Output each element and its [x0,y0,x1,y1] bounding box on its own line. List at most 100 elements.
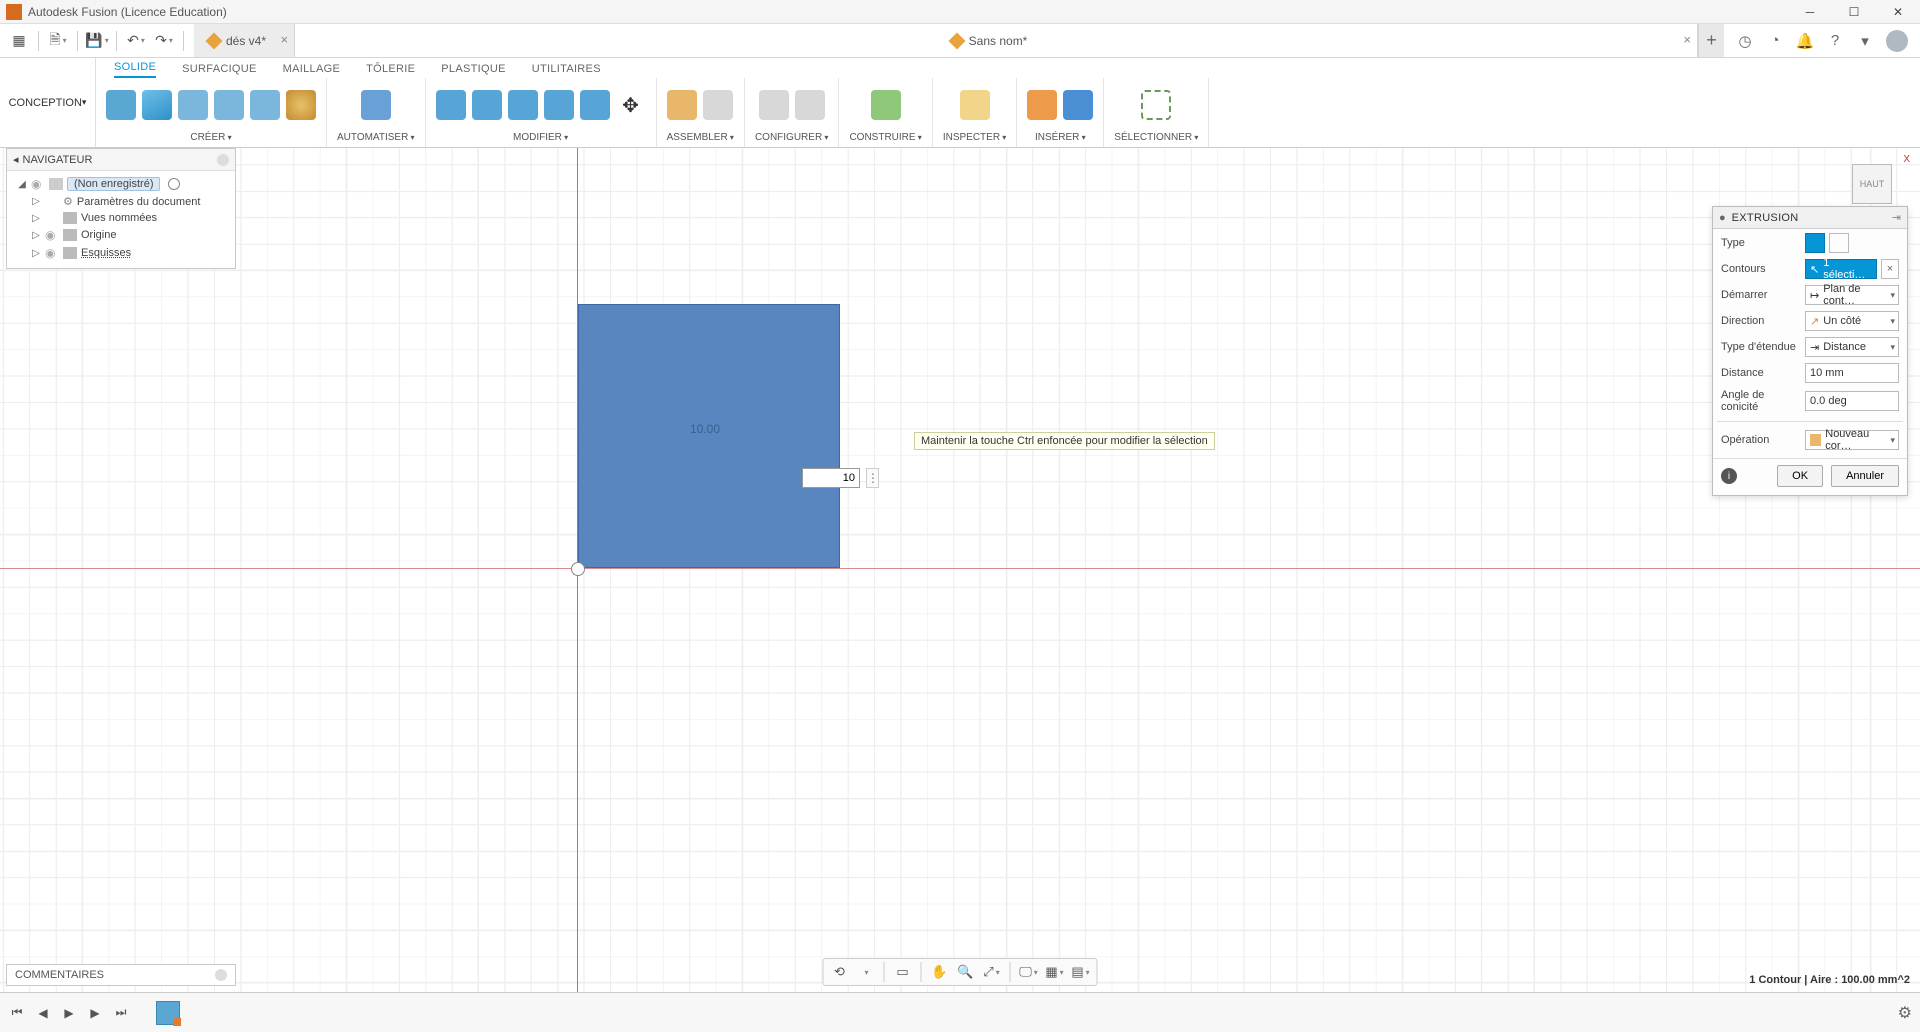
notifications-icon[interactable]: 🔔 [1796,32,1814,50]
ribbon-tab-maillage[interactable]: MAILLAGE [283,63,340,78]
browser-options-icon[interactable] [217,154,229,166]
timeline-play-icon[interactable]: ▶ [60,1004,78,1022]
panel-label-inserer[interactable]: INSÉRER [1035,132,1086,143]
display-settings-icon[interactable]: 🖵 [1019,962,1039,982]
timeline-next-icon[interactable]: ▶ [86,1004,104,1022]
viewport-layout-icon[interactable]: ▤ [1071,962,1091,982]
panel-label-inspecter[interactable]: INSPECTER [943,132,1006,143]
window-minimize[interactable]: ─ [1788,0,1832,24]
timeline-sketch-node[interactable] [156,1001,180,1025]
configure-icon[interactable] [759,90,789,120]
comments-panel[interactable]: COMMENTAIRES [6,964,236,986]
joint-icon[interactable] [667,90,697,120]
ribbon-tab-plastique[interactable]: PLASTIQUE [441,63,505,78]
new-sketch-icon[interactable] [106,90,136,120]
ribbon-tab-solide[interactable]: SOLIDE [114,61,156,78]
browser-item-sketches[interactable]: ▷◉ Esquisses [7,244,235,262]
type-thin-icon[interactable] [1829,233,1849,253]
grid-settings-icon[interactable]: ▦ [1045,962,1065,982]
job-status-icon[interactable]: ◔ [1766,32,1784,50]
browser-item-origin[interactable]: ▷◉ Origine [7,226,235,244]
insert-derive-icon[interactable] [1027,90,1057,120]
viewcube-face[interactable]: HAUT [1852,164,1892,204]
visibility-icon[interactable]: ◉ [31,177,45,191]
manage-cfg-icon[interactable] [795,90,825,120]
zoom-icon[interactable]: 🔍 [956,962,976,982]
start-plane-dropdown[interactable]: ↦ Plan de cont… ▾ [1805,285,1899,305]
construct-plane-icon[interactable] [871,90,901,120]
info-icon[interactable]: i [1721,468,1737,484]
canvas-input-menu-icon[interactable]: ⋮ [866,468,879,488]
orbit-drop[interactable] [856,962,876,982]
move-icon[interactable]: ✥ [616,90,646,120]
clear-selection-icon[interactable]: × [1881,259,1899,279]
lookat-icon[interactable]: ▭ [893,962,913,982]
timeline-start-icon[interactable]: ⏮ [8,1004,26,1022]
operation-dropdown[interactable]: Nouveau cor… ▾ [1805,430,1899,450]
panel-label-configurer[interactable]: CONFIGURER [755,132,828,143]
contours-selection-chip[interactable]: ↖ 1 sélecti… [1805,259,1877,279]
timeline-prev-icon[interactable]: ◀ [34,1004,52,1022]
pan-icon[interactable]: ✋ [930,962,950,982]
panel-label-automatiser[interactable]: AUTOMATISER [337,132,415,143]
new-tab-button[interactable]: + [1698,24,1724,57]
orbit-icon[interactable]: ⟲ [830,962,850,982]
apps-grid-icon[interactable]: ▦ [6,28,32,54]
browser-header[interactable]: ◂ NAVIGATEUR [7,149,235,171]
revolve-icon[interactable] [214,90,244,120]
pin-icon[interactable]: ⇥ [1892,211,1901,224]
visibility-icon[interactable]: ◉ [45,228,59,242]
help-icon[interactable]: ? [1826,32,1844,50]
model-canvas[interactable]: 10.00 ⋮ Maintenir la touche Ctrl enfoncé… [0,148,1920,992]
ribbon-tab-surfacique[interactable]: SURFACIQUE [182,63,257,78]
combine-icon[interactable] [544,90,574,120]
undo-icon[interactable]: ↶ [123,28,149,54]
visibility-icon[interactable]: ◉ [45,246,59,260]
extrude-icon[interactable] [178,90,208,120]
panel-label-construire[interactable]: CONSTRUIRE [849,132,921,143]
panel-label-assembler[interactable]: ASSEMBLER [667,132,734,143]
selected-sketch-face[interactable] [578,304,840,568]
extent-dropdown[interactable]: ⇥ Distance ▾ [1805,337,1899,357]
workspace-picker[interactable]: CONCEPTION [0,58,96,147]
ok-button[interactable]: OK [1777,465,1823,487]
doc-tab-1[interactable]: dés v4* × [194,24,295,57]
create-box-icon[interactable] [142,90,172,120]
ribbon-tab-tolerie[interactable]: TÔLERIE [366,63,415,78]
taper-input[interactable]: 0.0 deg [1805,391,1899,411]
panel-label-creer[interactable]: CRÉER [190,132,231,143]
file-menu-icon[interactable]: 🗎 [45,28,71,54]
save-icon[interactable]: 💾 [84,28,110,54]
measure-icon[interactable] [960,90,990,120]
close-icon[interactable]: × [1683,32,1691,47]
window-close[interactable]: ✕ [1876,0,1920,24]
timeline-settings-icon[interactable]: ⚙ [1898,1003,1912,1023]
window-maximize[interactable]: ☐ [1832,0,1876,24]
close-icon[interactable]: × [280,32,288,47]
distance-input[interactable]: 10 mm [1805,363,1899,383]
split-icon[interactable] [580,90,610,120]
user-avatar[interactable] [1886,30,1908,52]
panel-label-modifier[interactable]: MODIFIER [513,132,568,143]
select-icon[interactable] [1141,90,1171,120]
type-solid-icon[interactable] [1805,233,1825,253]
insert-canvas-icon[interactable] [1063,90,1093,120]
profile-menu-caret[interactable]: ▾ [1856,32,1874,50]
activate-icon[interactable] [168,178,180,190]
shell-icon[interactable] [508,90,538,120]
zoom-window-icon[interactable]: ⤢ [982,962,1002,982]
browser-item-params[interactable]: ▷ ⚙ Paramètres du document [7,193,235,210]
redo-icon[interactable]: ↷ [151,28,177,54]
ribbon-tab-utilitaires[interactable]: UTILITAIRES [532,63,601,78]
doc-tab-2[interactable]: Sans nom* × [295,24,1698,57]
as-built-icon[interactable] [703,90,733,120]
sweep-icon[interactable] [250,90,280,120]
canvas-distance-input[interactable] [802,468,860,488]
timeline-end-icon[interactable]: ⏭ [112,1004,130,1022]
automate-icon[interactable] [361,90,391,120]
cancel-button[interactable]: Annuler [1831,465,1899,487]
direction-dropdown[interactable]: ↗ Un côté ▾ [1805,311,1899,331]
panel-label-selectionner[interactable]: SÉLECTIONNER [1114,132,1198,143]
browser-root-item[interactable]: ◢◉ (Non enregistré) [7,175,235,193]
fillet-icon[interactable] [472,90,502,120]
